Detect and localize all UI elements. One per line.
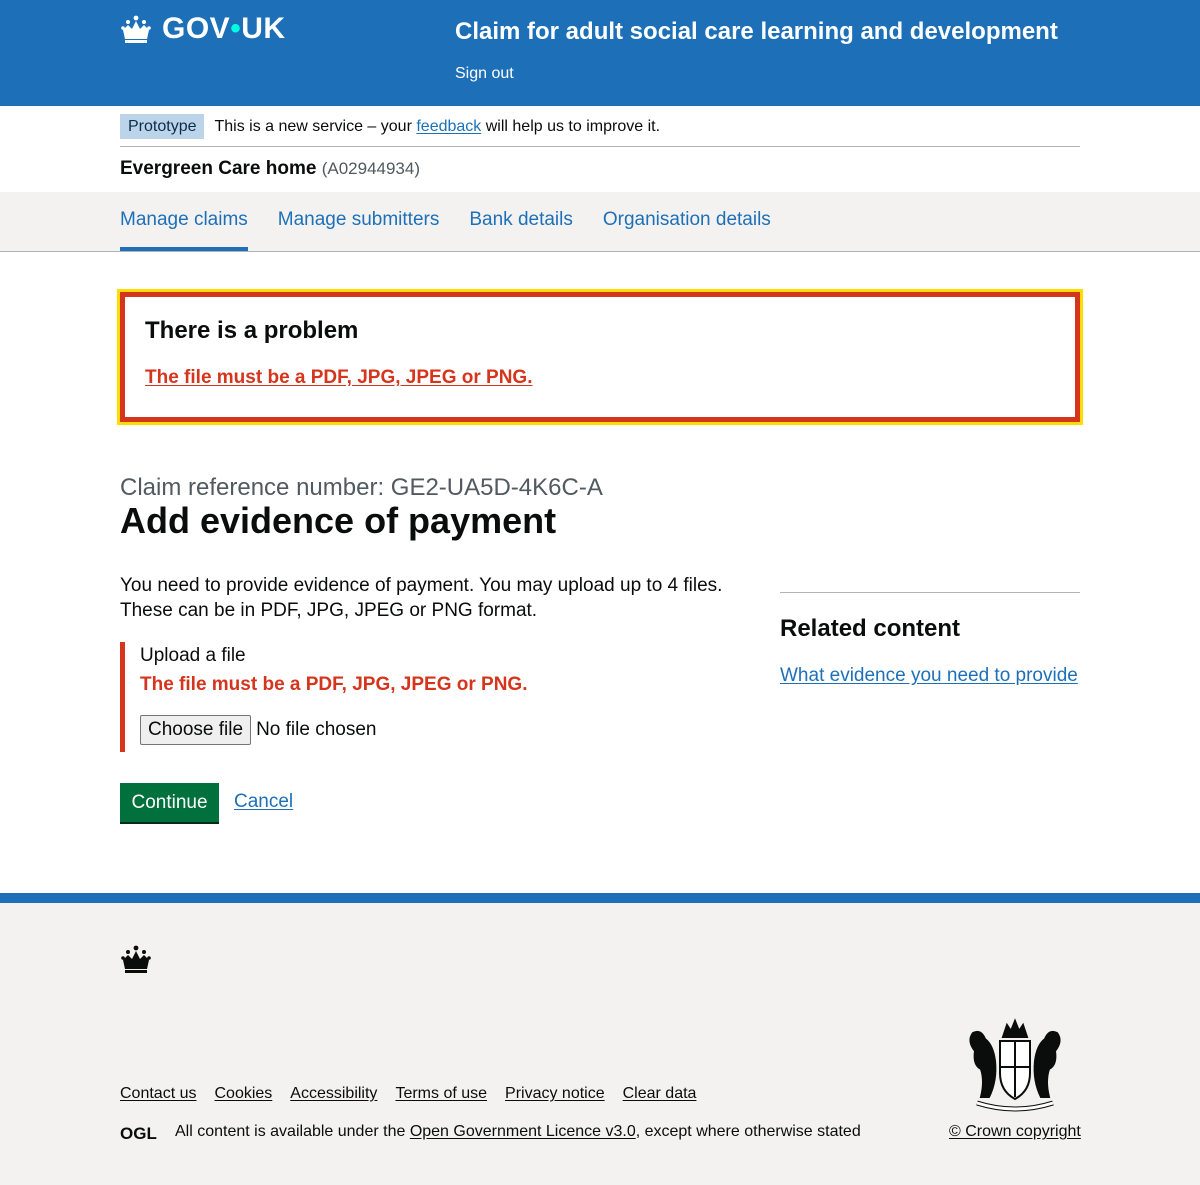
footer-link-terms[interactable]: Terms of use xyxy=(395,1085,487,1103)
licence-link[interactable]: Open Government Licence v3.0 xyxy=(410,1123,636,1140)
cancel-link[interactable]: Cancel xyxy=(234,791,293,813)
nav-bank-details[interactable]: Bank details xyxy=(469,192,573,251)
organisation-line: Evergreen Care home (A02944934) xyxy=(120,158,420,180)
svg-text:OGL: OGL xyxy=(120,1124,157,1141)
logo-text: GOV•UK xyxy=(162,12,286,45)
file-input[interactable]: Choose file No file chosen xyxy=(140,715,740,745)
footer-link-privacy[interactable]: Privacy notice xyxy=(505,1085,605,1103)
crown-icon xyxy=(121,945,151,973)
phase-banner: Prototype This is a new service – your f… xyxy=(120,114,1080,147)
file-status: No file chosen xyxy=(256,719,377,740)
sign-out-link[interactable]: Sign out xyxy=(455,65,514,83)
licence-line: OGL All content is available under the O… xyxy=(120,1123,861,1141)
organisation-id: (A02944934) xyxy=(321,159,421,178)
service-name[interactable]: Claim for adult social care learning and… xyxy=(455,18,1058,46)
footer: Contact us Cookies Accessibility Terms o… xyxy=(0,893,1200,1185)
footer-link-contact[interactable]: Contact us xyxy=(120,1085,196,1103)
footer-link-accessibility[interactable]: Accessibility xyxy=(290,1085,377,1103)
intro-text: You need to provide evidence of payment.… xyxy=(120,575,723,621)
page-title: Add evidence of payment xyxy=(120,500,557,541)
related-content: Related content What evidence you need t… xyxy=(780,592,1080,687)
ogl-logo-icon: OGL xyxy=(120,1124,157,1141)
logo-dot: • xyxy=(230,12,242,45)
footer-link-clear-data[interactable]: Clear data xyxy=(623,1085,697,1103)
crown-icon xyxy=(121,15,151,43)
related-content-title: Related content xyxy=(780,615,961,642)
nav-manage-claims[interactable]: Manage claims xyxy=(120,192,248,251)
claim-reference-caption: Claim reference number: GE2-UA5D-4K6C-A xyxy=(120,474,603,501)
footer-links: Contact us Cookies Accessibility Terms o… xyxy=(120,1085,714,1103)
upload-error-message: The file must be a PDF, JPG, JPEG or PNG… xyxy=(140,674,528,695)
phase-text: This is a new service – your feedback wi… xyxy=(214,118,661,135)
licence-text: All content is available under the Open … xyxy=(175,1123,861,1140)
upload-label: Upload a file xyxy=(140,645,246,666)
choose-file-button[interactable]: Choose file xyxy=(140,715,252,745)
royal-coat-of-arms-icon xyxy=(969,1018,1061,1112)
sub-navigation: Manage claims Manage submitters Bank det… xyxy=(0,192,1200,252)
nav-manage-submitters[interactable]: Manage submitters xyxy=(278,192,440,251)
continue-button[interactable]: Continue xyxy=(120,783,219,822)
govuk-header: GOV•UK Claim for adult social care learn… xyxy=(0,0,1200,106)
crown-copyright-link[interactable]: © Crown copyright xyxy=(949,1123,1081,1141)
related-evidence-link[interactable]: What evidence you need to provide xyxy=(780,665,1078,686)
error-summary-link[interactable]: The file must be a PDF, JPG, JPEG or PNG… xyxy=(145,367,533,388)
organisation-name: Evergreen Care home xyxy=(120,158,317,179)
error-summary-title: There is a problem xyxy=(145,317,359,344)
upload-form-group: Upload a file The file must be a PDF, JP… xyxy=(120,642,740,752)
error-summary: There is a problem The file must be a PD… xyxy=(117,289,1083,425)
footer-link-cookies[interactable]: Cookies xyxy=(214,1085,272,1103)
phase-tag: Prototype xyxy=(120,114,205,139)
feedback-link[interactable]: feedback xyxy=(416,118,481,135)
nav-organisation-details[interactable]: Organisation details xyxy=(603,192,771,251)
govuk-logo-link[interactable]: GOV•UK xyxy=(120,12,286,46)
